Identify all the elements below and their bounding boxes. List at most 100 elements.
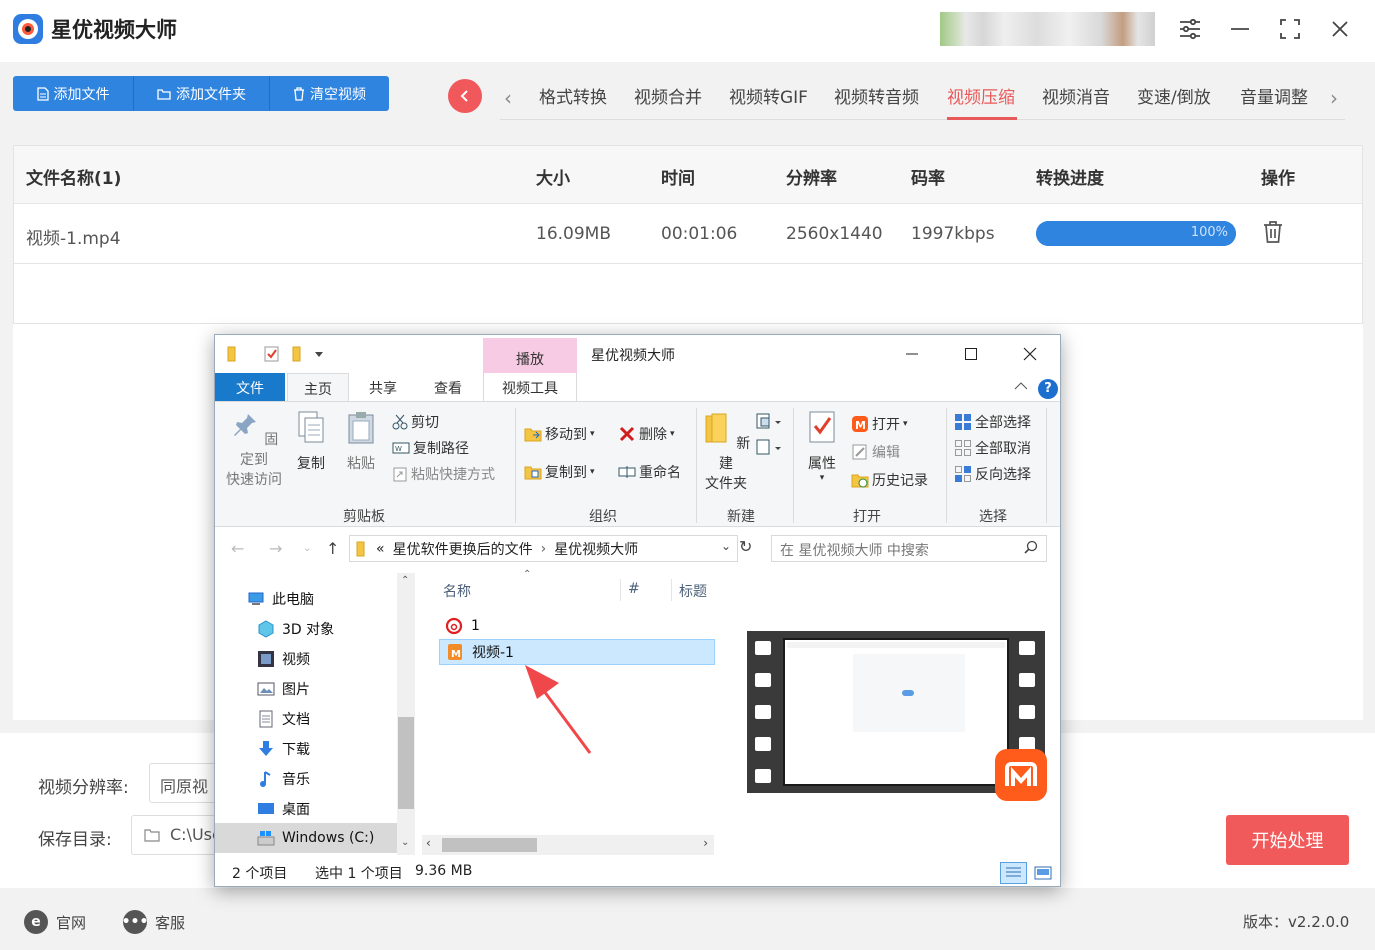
refresh-icon[interactable]: ↻ xyxy=(739,537,752,556)
nav-scroll-thumb[interactable] xyxy=(398,717,414,809)
file-item[interactable]: 1 xyxy=(439,613,715,639)
nav-documents[interactable]: 文档 xyxy=(257,709,310,729)
tab-video-tools[interactable]: 视频工具 xyxy=(483,373,577,401)
delete-button[interactable]: 删除 ▾ xyxy=(618,424,675,444)
tab-share[interactable]: 共享 xyxy=(353,373,413,401)
customer-service-link[interactable]: ••• 客服 xyxy=(122,910,185,934)
column-separator[interactable] xyxy=(620,579,621,601)
column-title[interactable]: 标题 xyxy=(679,581,707,601)
details-view-icon[interactable] xyxy=(1000,862,1027,884)
close-icon[interactable] xyxy=(1325,14,1355,44)
minimize-icon[interactable] xyxy=(1225,14,1255,44)
explorer-maximize-icon[interactable] xyxy=(951,341,991,367)
settings-icon[interactable] xyxy=(1175,14,1205,44)
nav-videos[interactable]: 视频 xyxy=(257,649,310,669)
address-bar[interactable]: « 星优软件更换后的文件 › 星优视频大师 ⌄ xyxy=(349,535,738,562)
start-process-button[interactable]: 开始处理 xyxy=(1226,815,1349,865)
new-folder-icon[interactable] xyxy=(291,345,305,363)
column-name[interactable]: 名称 xyxy=(443,581,471,601)
tab-view[interactable]: 查看 xyxy=(418,373,478,401)
user-avatar[interactable] xyxy=(940,12,1155,46)
edit-label: 编辑 xyxy=(872,445,900,461)
forward-arrow-icon[interactable]: → xyxy=(269,539,282,558)
copy-button[interactable]: 复制 xyxy=(290,410,332,474)
breadcrumb-parent[interactable]: 星优软件更换后的文件 xyxy=(393,539,533,559)
cut-button[interactable]: 剪切 xyxy=(392,412,439,432)
properties-checkbox-icon[interactable] xyxy=(264,345,280,363)
new-folder-button[interactable]: 新建 文件夹 xyxy=(701,410,751,494)
add-file-button[interactable]: 添加文件 xyxy=(13,76,134,111)
copy-to-button[interactable]: 复制到 ▾ xyxy=(524,462,595,482)
properties-button[interactable]: 属性 ▾ xyxy=(799,410,845,483)
back-arrow-icon[interactable]: ← xyxy=(231,539,244,558)
hscroll-thumb[interactable] xyxy=(442,838,537,852)
nav-this-pc[interactable]: 此电脑 xyxy=(247,589,314,609)
tab-home[interactable]: 主页 xyxy=(287,373,349,401)
tab-format-convert[interactable]: 格式转换 xyxy=(539,83,607,108)
nav-desktop[interactable]: 桌面 xyxy=(257,799,310,819)
column-number[interactable]: # xyxy=(628,581,640,597)
pin-quick-access-button[interactable]: 固定到 快速访问 xyxy=(223,410,285,490)
table-row[interactable]: 视频-1.mp4 16.09MB 00:01:06 2560x1440 1997… xyxy=(14,204,1362,264)
select-none-button[interactable]: 全部取消 xyxy=(954,438,1031,458)
quick-access-dropdown-icon[interactable] xyxy=(314,349,324,359)
edit-button[interactable]: 编辑 xyxy=(851,442,900,462)
play-context-tab[interactable]: 播放 xyxy=(483,338,577,373)
tab-video-compress[interactable]: 视频压缩 xyxy=(947,83,1015,108)
scissors-icon xyxy=(392,414,408,430)
explorer-close-icon[interactable] xyxy=(1010,341,1050,367)
address-dropdown-icon[interactable]: ⌄ xyxy=(721,539,731,553)
download-icon xyxy=(259,741,273,756)
back-arrow-button[interactable] xyxy=(448,79,482,113)
toolbar: 添加文件 添加文件夹 清空视频 xyxy=(13,76,389,111)
new-item-icon[interactable] xyxy=(755,412,785,432)
add-folder-button[interactable]: 添加文件夹 xyxy=(134,76,270,111)
up-arrow-icon[interactable]: ↑ xyxy=(326,539,339,558)
nav-music[interactable]: 音乐 xyxy=(257,769,310,789)
open-button[interactable]: M 打开 ▾ xyxy=(851,414,908,434)
paste-shortcut-button[interactable]: 粘贴快捷方式 xyxy=(392,464,495,484)
move-to-button[interactable]: 移动到 ▾ xyxy=(524,424,595,444)
nav-music-label: 音乐 xyxy=(282,772,310,788)
tab-video-merge[interactable]: 视频合并 xyxy=(634,83,702,108)
file-list-hscrollbar[interactable]: ‹ › xyxy=(422,835,714,855)
nav-3d-objects[interactable]: 3D 对象 xyxy=(257,619,334,639)
delete-row-icon[interactable] xyxy=(1262,220,1284,248)
tab-speed-reverse[interactable]: 变速/倒放 xyxy=(1137,83,1211,108)
tab-video-to-audio[interactable]: 视频转音频 xyxy=(834,83,919,108)
clear-videos-button[interactable]: 清空视频 xyxy=(270,76,389,111)
scroll-left-icon[interactable]: ‹ xyxy=(426,836,431,850)
scroll-up-icon[interactable]: ⌃ xyxy=(401,575,409,586)
copy-path-button[interactable]: W 复制路径 xyxy=(392,438,469,458)
move-to-label: 移动到 xyxy=(545,427,587,443)
tab-video-to-gif[interactable]: 视频转GIF xyxy=(729,83,808,108)
select-all-button[interactable]: 全部选择 xyxy=(954,412,1031,432)
large-icons-view-icon[interactable] xyxy=(1030,862,1057,884)
breadcrumb-current[interactable]: 星优视频大师 xyxy=(554,539,638,559)
recent-locations-icon[interactable]: ⌄ xyxy=(303,543,311,554)
version-label: 版本：v2.2.0.0 xyxy=(1243,913,1350,931)
tab-video-mute[interactable]: 视频消音 xyxy=(1042,83,1110,108)
website-link[interactable]: e 官网 xyxy=(24,910,86,934)
search-input[interactable]: 在 星优视频大师 中搜索 xyxy=(771,535,1047,562)
explorer-minimize-icon[interactable] xyxy=(892,341,932,367)
nav-pictures[interactable]: 图片 xyxy=(257,679,310,699)
rename-button[interactable]: 重命名 xyxy=(618,462,681,482)
column-separator[interactable] xyxy=(671,579,672,601)
scroll-down-icon[interactable]: ⌄ xyxy=(401,837,409,848)
maximize-icon[interactable] xyxy=(1275,14,1305,44)
paste-button[interactable]: 粘贴 xyxy=(340,410,382,474)
tabs-scroll-right-icon[interactable]: › xyxy=(1330,86,1338,110)
history-button[interactable]: 历史记录 xyxy=(851,470,928,490)
nav-scrollbar[interactable]: ⌃ ⌄ xyxy=(397,573,415,855)
tabs-scroll-left-icon[interactable]: ‹ xyxy=(504,86,512,110)
scroll-right-icon[interactable]: › xyxy=(703,836,708,850)
tab-volume-adjust[interactable]: 音量调整 xyxy=(1240,83,1308,108)
invert-selection-button[interactable]: 反向选择 xyxy=(954,464,1031,484)
collapse-ribbon-icon[interactable] xyxy=(1014,381,1028,391)
tab-file[interactable]: 文件 xyxy=(215,373,285,401)
nav-drive-c[interactable]: Windows (C:) xyxy=(215,823,397,853)
help-icon[interactable]: ? xyxy=(1038,379,1058,399)
nav-downloads[interactable]: 下载 xyxy=(257,739,310,759)
easy-access-icon[interactable] xyxy=(755,438,785,458)
